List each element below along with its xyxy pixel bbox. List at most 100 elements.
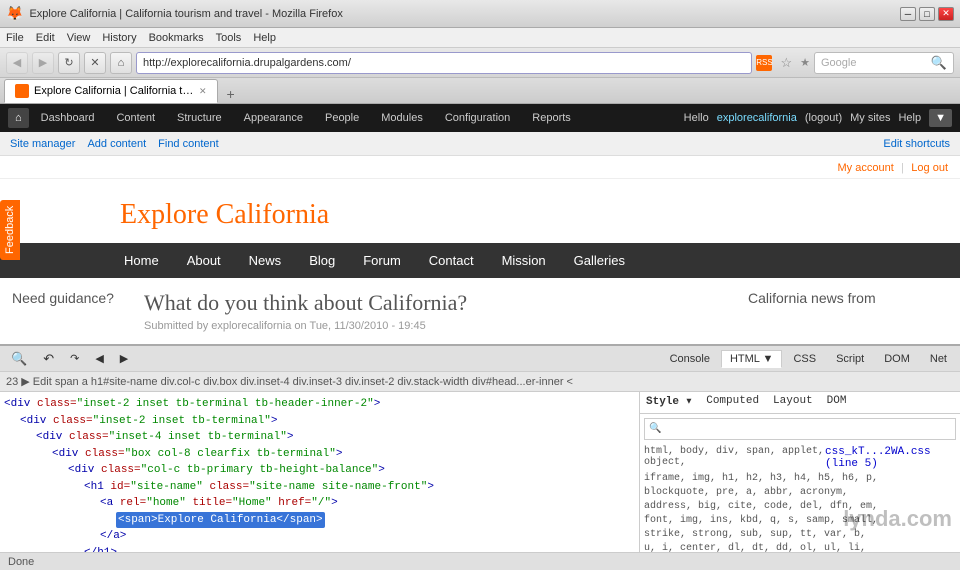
- admin-dashboard[interactable]: Dashboard: [31, 104, 105, 132]
- nav-home[interactable]: Home: [110, 243, 173, 278]
- devtools-tab-net[interactable]: Net: [921, 350, 956, 368]
- add-content-link[interactable]: Add content: [87, 138, 146, 150]
- admin-dropdown-button[interactable]: ▼: [929, 109, 952, 127]
- devtools-cursor-button[interactable]: ↶: [36, 348, 61, 370]
- style-tab-dom[interactable]: DOM: [821, 393, 853, 409]
- bookmark-star2-icon[interactable]: ★: [800, 56, 810, 69]
- search-icon: 🔍: [649, 423, 661, 435]
- devtools-next-button[interactable]: ▶: [113, 349, 135, 368]
- devtools-tab-console[interactable]: Console: [661, 350, 719, 368]
- main-heading: What do you think about California?: [144, 290, 736, 316]
- tree-line-8-selected[interactable]: <span>Explore California</span>: [116, 512, 635, 529]
- admin-modules[interactable]: Modules: [371, 104, 433, 132]
- close-button[interactable]: ✕: [938, 7, 954, 21]
- style-tab-computed[interactable]: Computed: [700, 393, 765, 409]
- devtools-back-button[interactable]: ◀: [88, 349, 110, 368]
- nav-mission[interactable]: Mission: [488, 243, 560, 278]
- status-bar: Done: [0, 552, 960, 570]
- search-bar[interactable]: Google 🔍: [814, 52, 954, 74]
- nav-news[interactable]: News: [235, 243, 296, 278]
- admin-appearance[interactable]: Appearance: [234, 104, 313, 132]
- tree-line-6: <h1 id="site-name" class="site-name site…: [84, 479, 635, 496]
- style-tab-layout[interactable]: Layout: [767, 393, 819, 409]
- devtools-breadcrumb: 23 ▶ Edit span a h1#site-name div.col-c …: [0, 372, 960, 392]
- nav-forum[interactable]: Forum: [349, 243, 415, 278]
- html-tree-panel[interactable]: <div class="inset-2 inset tb-terminal tb…: [0, 392, 640, 552]
- home-button[interactable]: ⌂: [110, 52, 132, 74]
- minimize-button[interactable]: ─: [900, 7, 916, 21]
- devtools-tab-script[interactable]: Script: [827, 350, 873, 368]
- admin-reports[interactable]: Reports: [522, 104, 581, 132]
- site-header: Explore California: [0, 179, 960, 243]
- tab-bar: Explore California | California tourism.…: [0, 78, 960, 104]
- hello-text: Hello: [684, 112, 709, 124]
- site-manager-link[interactable]: Site manager: [10, 138, 75, 150]
- admin-home-button[interactable]: ⌂: [8, 108, 29, 128]
- menu-history[interactable]: History: [102, 32, 136, 44]
- nav-about[interactable]: About: [173, 243, 235, 278]
- new-tab-button[interactable]: +: [222, 85, 240, 103]
- style-rule-line-0: iframe, img, h1, h2, h3, h4, h5, h6, p,: [644, 472, 956, 486]
- admin-configuration[interactable]: Configuration: [435, 104, 520, 132]
- log-out-link[interactable]: Log out: [911, 162, 948, 174]
- admin-content[interactable]: Content: [106, 104, 165, 132]
- menu-help[interactable]: Help: [253, 32, 276, 44]
- site-nav: Home About News Blog Forum Contact Missi…: [0, 243, 960, 278]
- devtools-forward-button[interactable]: ↷: [63, 349, 86, 368]
- admin-mysites-link[interactable]: My sites: [850, 112, 890, 124]
- search-button[interactable]: 🔍: [931, 55, 947, 71]
- title-bar: 🦊 Explore California | California touris…: [0, 0, 960, 28]
- menu-bookmarks[interactable]: Bookmarks: [149, 32, 204, 44]
- admin-help-link[interactable]: Help: [898, 112, 921, 124]
- status-text: Done: [8, 556, 34, 568]
- devtools-toolbar: 🔍 ↶ ↷ ◀ ▶ Console HTML ▼ CSS Script DOM …: [0, 346, 960, 372]
- tab-close-button[interactable]: ✕: [199, 86, 207, 97]
- edit-shortcuts-link[interactable]: Edit shortcuts: [883, 138, 950, 150]
- stop-button[interactable]: ✕: [84, 52, 106, 74]
- devtools-tab-css[interactable]: CSS: [784, 350, 825, 368]
- menu-view[interactable]: View: [67, 32, 91, 44]
- tree-line-2: <div class="inset-2 inset tb-terminal">: [20, 413, 635, 430]
- devtools-tab-dom[interactable]: DOM: [875, 350, 919, 368]
- tree-line-5: <div class="col-c tb-primary tb-height-b…: [68, 462, 635, 479]
- address-text: http://explorecalifornia.drupalgardens.c…: [143, 57, 351, 69]
- site-title: Explore California: [120, 199, 948, 231]
- maximize-button[interactable]: □: [919, 7, 935, 21]
- menu-tools[interactable]: Tools: [216, 32, 242, 44]
- style-rule-line-1: blockquote, pre, a, abbr, acronym,: [644, 486, 956, 500]
- tab-favicon: [15, 84, 29, 98]
- reload-button[interactable]: ↻: [58, 52, 80, 74]
- browser-tab[interactable]: Explore California | California tourism.…: [4, 79, 218, 103]
- devtools-style-search[interactable]: 🔍: [644, 418, 956, 440]
- tab-title: Explore California | California tourism.…: [34, 85, 194, 97]
- style-content: html, body, div, span, applet, object, c…: [640, 442, 960, 552]
- forward-button[interactable]: ▶: [32, 52, 54, 74]
- menu-file[interactable]: File: [6, 32, 24, 44]
- find-content-link[interactable]: Find content: [158, 138, 219, 150]
- nav-blog[interactable]: Blog: [295, 243, 349, 278]
- feedback-tab[interactable]: Feedback: [0, 200, 20, 260]
- bookmark-star-icon[interactable]: ☆: [780, 55, 792, 71]
- devtools-inspect-button[interactable]: 🔍: [4, 348, 34, 370]
- address-bar[interactable]: http://explorecalifornia.drupalgardens.c…: [136, 52, 752, 74]
- html-tree: <div class="inset-2 inset tb-terminal tb…: [4, 396, 635, 552]
- admin-people[interactable]: People: [315, 104, 369, 132]
- nav-contact[interactable]: Contact: [415, 243, 488, 278]
- window-controls: ─ □ ✕: [900, 7, 954, 21]
- style-filename[interactable]: css_kT...2WA.css (line 5): [825, 446, 956, 470]
- admin-logout-link[interactable]: (logout): [805, 112, 842, 124]
- style-rule-header: html, body, div, span, applet, object, c…: [644, 446, 956, 470]
- tree-line-10: </h1>: [84, 545, 635, 553]
- content-area: Need guidance? What do you think about C…: [0, 278, 960, 344]
- main-content: What do you think about California? Subm…: [144, 290, 736, 332]
- browser-icon: 🦊: [6, 5, 23, 22]
- tree-line-3: <div class="inset-4 inset tb-terminal">: [36, 429, 635, 446]
- menu-edit[interactable]: Edit: [36, 32, 55, 44]
- back-button[interactable]: ◀: [6, 52, 28, 74]
- nav-galleries[interactable]: Galleries: [560, 243, 639, 278]
- admin-structure[interactable]: Structure: [167, 104, 232, 132]
- style-tab-style[interactable]: Style ▾: [640, 392, 698, 410]
- my-account-link[interactable]: My account: [838, 162, 894, 174]
- devtools-tab-html[interactable]: HTML ▼: [721, 350, 782, 368]
- style-rule-line-5: u, i, center, dl, dt, dd, ol, ul, li,: [644, 542, 956, 552]
